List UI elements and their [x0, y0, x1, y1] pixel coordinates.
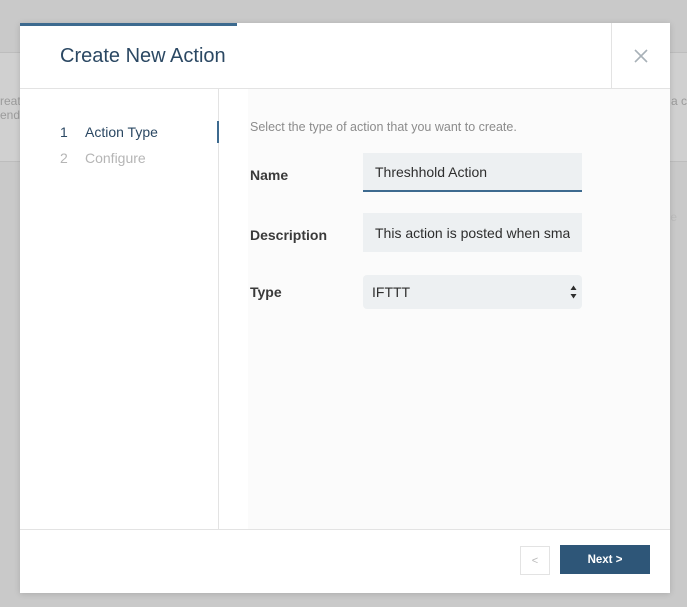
modal-title: Create New Action [60, 45, 226, 67]
background-text-left: reat end [0, 94, 21, 122]
modal-header: Create New Action [20, 23, 670, 89]
create-action-modal: Create New Action 1 Action Type 2 Configur… [20, 23, 670, 593]
step-configure[interactable]: 2 Configure [60, 147, 219, 169]
type-selected-value: IFTTT [372, 284, 411, 300]
background-text-right: a c [670, 94, 687, 108]
close-button[interactable] [611, 23, 670, 89]
steps-sidebar: 1 Action Type 2 Configure [20, 89, 219, 529]
select-arrows-icon [570, 285, 577, 299]
form-instruction: Select the type of action that you want … [250, 120, 517, 134]
step-label: Configure [85, 150, 146, 166]
close-icon [634, 49, 648, 63]
step-label: Action Type [85, 124, 158, 140]
form-content: Select the type of action that you want … [248, 89, 670, 529]
step-action-type[interactable]: 1 Action Type [60, 121, 219, 143]
type-label: Type [250, 284, 282, 300]
step-number: 1 [60, 124, 68, 140]
name-label: Name [250, 167, 289, 183]
name-input[interactable] [363, 153, 582, 192]
step-number: 2 [60, 150, 68, 166]
background-text-dot: e [670, 210, 677, 224]
previous-button[interactable]: < [520, 546, 550, 575]
description-label: Description [250, 227, 328, 243]
type-select[interactable]: IFTTT [363, 275, 582, 309]
modal-footer: < Next > [20, 529, 670, 593]
description-input[interactable] [363, 213, 582, 252]
next-button[interactable]: Next > [560, 545, 650, 574]
